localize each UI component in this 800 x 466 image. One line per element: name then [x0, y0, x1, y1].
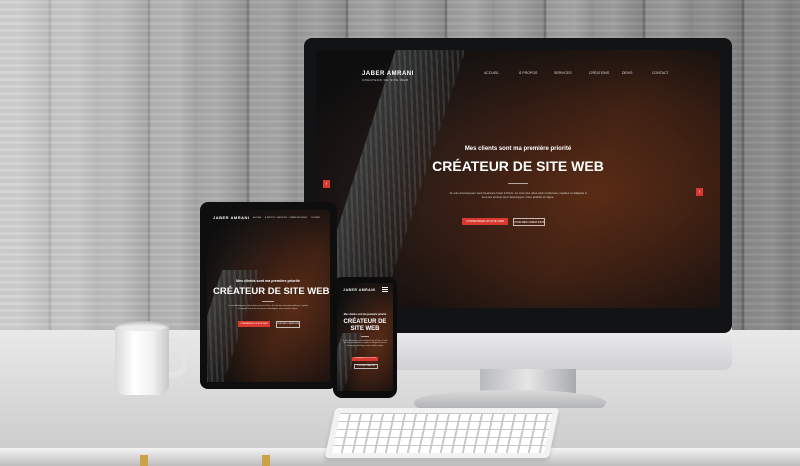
hero-divider: [361, 336, 369, 337]
hero-divider: [508, 183, 528, 184]
prev-slide-arrow-icon[interactable]: ‹: [323, 180, 330, 188]
hero-divider: [262, 301, 274, 302]
view-creations-button[interactable]: VOIR MES CRÉATIONS: [276, 321, 300, 328]
site-logo[interactable]: JABER AMRANI: [343, 288, 376, 292]
tablet-device: JABER AMRANI ACCUEIL À PROPOS SERVICES C…: [200, 202, 337, 389]
nav-link-a-propos[interactable]: À PROPOS: [519, 71, 537, 75]
tablet-screen-website: JABER AMRANI ACCUEIL À PROPOS SERVICES C…: [207, 210, 330, 382]
desk-leg: [262, 455, 270, 466]
nav-link-accueil[interactable]: ACCUEIL: [484, 71, 499, 75]
hero-title: CRÉATEUR DE SITE WEB: [432, 158, 604, 174]
imac-stand-base: [414, 390, 606, 408]
nav-link-contact[interactable]: CONTACT: [652, 71, 669, 75]
phone-screen-website: JABER AMRANI Mes clients sont ma premièr…: [337, 283, 393, 391]
nav-link-devis[interactable]: DEVIS: [622, 71, 633, 75]
nav-link-services[interactable]: SERVICES: [277, 217, 287, 219]
hero-tagline: Mes clients sont ma première priorité: [236, 279, 300, 283]
view-creations-button[interactable]: VOIR MES CRÉATIONS: [513, 218, 545, 226]
site-logo[interactable]: JABER AMRANI: [213, 215, 250, 220]
hero-description: Je suis développeur web freelance basé à…: [342, 340, 388, 347]
wireless-keyboard: [324, 408, 560, 458]
order-website-button[interactable]: COMMANDER UN SITE WEB: [352, 357, 378, 361]
site-logo[interactable]: JABER AMRANI: [362, 71, 414, 77]
mug-rim: [115, 321, 169, 331]
order-website-button[interactable]: COMMANDER UN SITE WEB: [238, 321, 270, 327]
hero-description: Je suis développeur web freelance basé à…: [228, 305, 308, 310]
hamburger-menu-icon[interactable]: [382, 287, 388, 292]
nav-link-a-propos[interactable]: À PROPOS: [265, 217, 275, 219]
order-website-button[interactable]: COMMANDER UN SITE WEB: [462, 218, 508, 225]
next-slide-arrow-icon[interactable]: ›: [696, 188, 703, 196]
nav-link-contact[interactable]: CONTACT: [311, 217, 321, 219]
hero-title: CRÉATEUR DE SITE WEB: [213, 286, 330, 297]
nav-link-devis[interactable]: DEVIS: [301, 217, 307, 219]
view-creations-button[interactable]: VOIR MES CRÉATIONS: [354, 364, 378, 369]
keyboard-keys: [331, 413, 553, 453]
desk-leg: [140, 455, 148, 466]
imac-screen-website: JABER AMRANI CRÉATEUR DE SITE WEB ACCUEI…: [316, 50, 720, 308]
smartphone-device: JABER AMRANI Mes clients sont ma premièr…: [333, 277, 397, 398]
nav-link-services[interactable]: SERVICES: [554, 71, 572, 75]
hero-title: CRÉATEUR DE SITE WEB: [343, 319, 387, 332]
hero-description: Je suis développeur web freelance basé à…: [449, 191, 587, 200]
nav-link-creations[interactable]: CRÉATIONS: [289, 217, 301, 219]
hero-tagline: Mes clients sont ma première priorité: [464, 146, 572, 152]
nav-link-creations[interactable]: CRÉATIONS: [589, 71, 609, 75]
white-coffee-mug: [115, 325, 169, 395]
hero-tagline: Mes clients sont ma première priorité: [343, 313, 387, 316]
nav-link-accueil[interactable]: ACCUEIL: [253, 217, 262, 219]
site-logo-subtitle: CRÉATEUR DE SITE WEB: [362, 78, 409, 82]
